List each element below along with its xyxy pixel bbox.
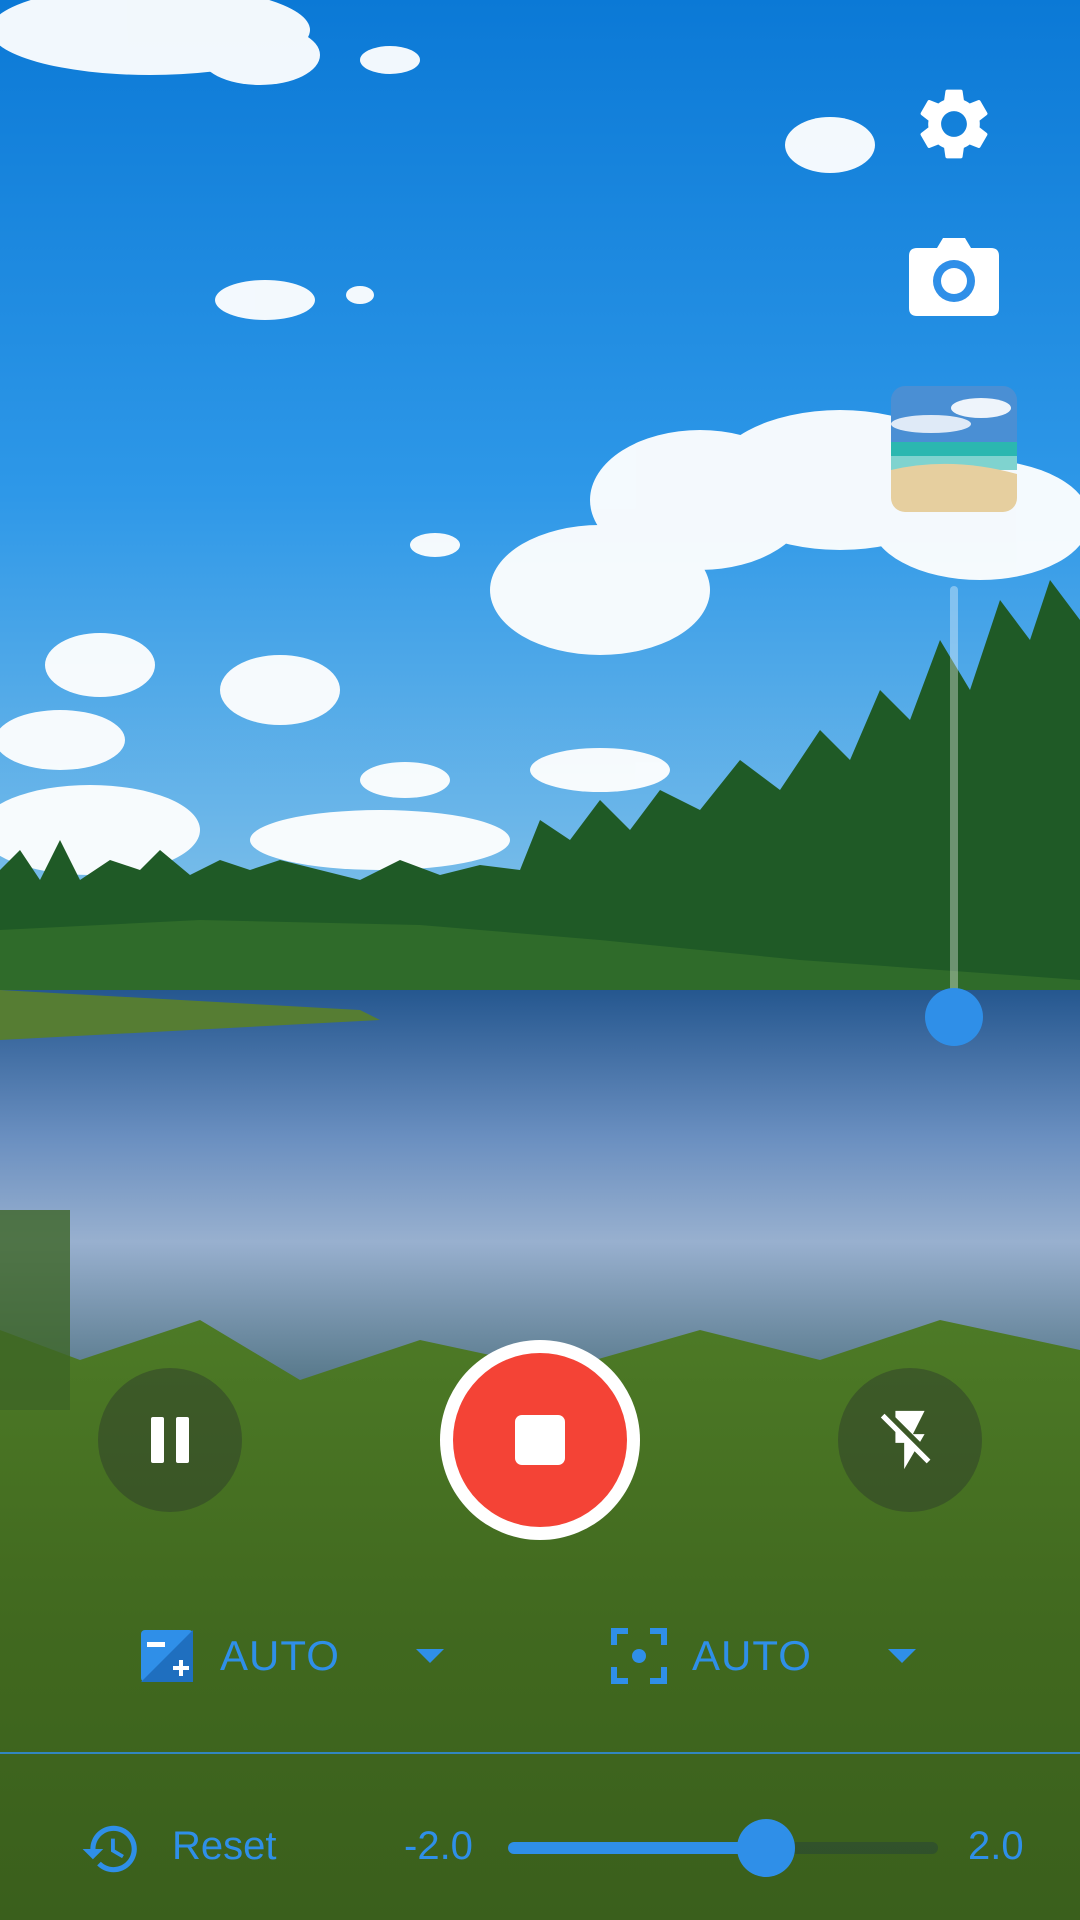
gear-icon	[920, 89, 988, 159]
camera-icon	[909, 238, 999, 316]
pause-button[interactable]	[98, 1368, 242, 1512]
exposure-mode-label: AUTO	[220, 1632, 340, 1679]
focus-icon	[610, 1627, 668, 1685]
chevron-down-icon	[888, 1649, 916, 1663]
take-photo-button[interactable]	[904, 226, 1004, 326]
history-icon[interactable]	[80, 1818, 142, 1880]
flash-toggle-button[interactable]	[838, 1368, 982, 1512]
pause-icon	[151, 1417, 189, 1463]
gallery-thumbnail[interactable]	[891, 386, 1017, 512]
record-indicator	[453, 1353, 627, 1527]
zoom-slider-track[interactable]	[950, 586, 958, 1016]
divider	[0, 1752, 1080, 1754]
gallery-thumbnail-image	[891, 386, 1017, 512]
exposure-icon	[138, 1627, 196, 1685]
focus-mode-label: AUTO	[692, 1632, 812, 1679]
reset-button[interactable]: Reset	[172, 1824, 277, 1869]
exposure-slider-thumb[interactable]	[737, 1819, 795, 1877]
exposure-min-label: -2.0	[404, 1824, 473, 1868]
camera-app: AUTO AUTO Reset -2.0 2.0	[0, 0, 1080, 1920]
exposure-max-label: 2.0	[968, 1824, 1024, 1868]
focus-mode-dropdown[interactable]: AUTO	[610, 1622, 916, 1690]
stop-record-icon	[515, 1415, 565, 1465]
settings-button[interactable]	[904, 74, 1004, 174]
chevron-down-icon	[416, 1649, 444, 1663]
exposure-mode-dropdown[interactable]: AUTO	[138, 1622, 444, 1690]
exposure-slider-fill	[508, 1842, 766, 1854]
flash-off-icon	[880, 1410, 931, 1470]
zoom-slider-thumb[interactable]	[925, 988, 983, 1046]
record-stop-button[interactable]	[440, 1340, 640, 1540]
